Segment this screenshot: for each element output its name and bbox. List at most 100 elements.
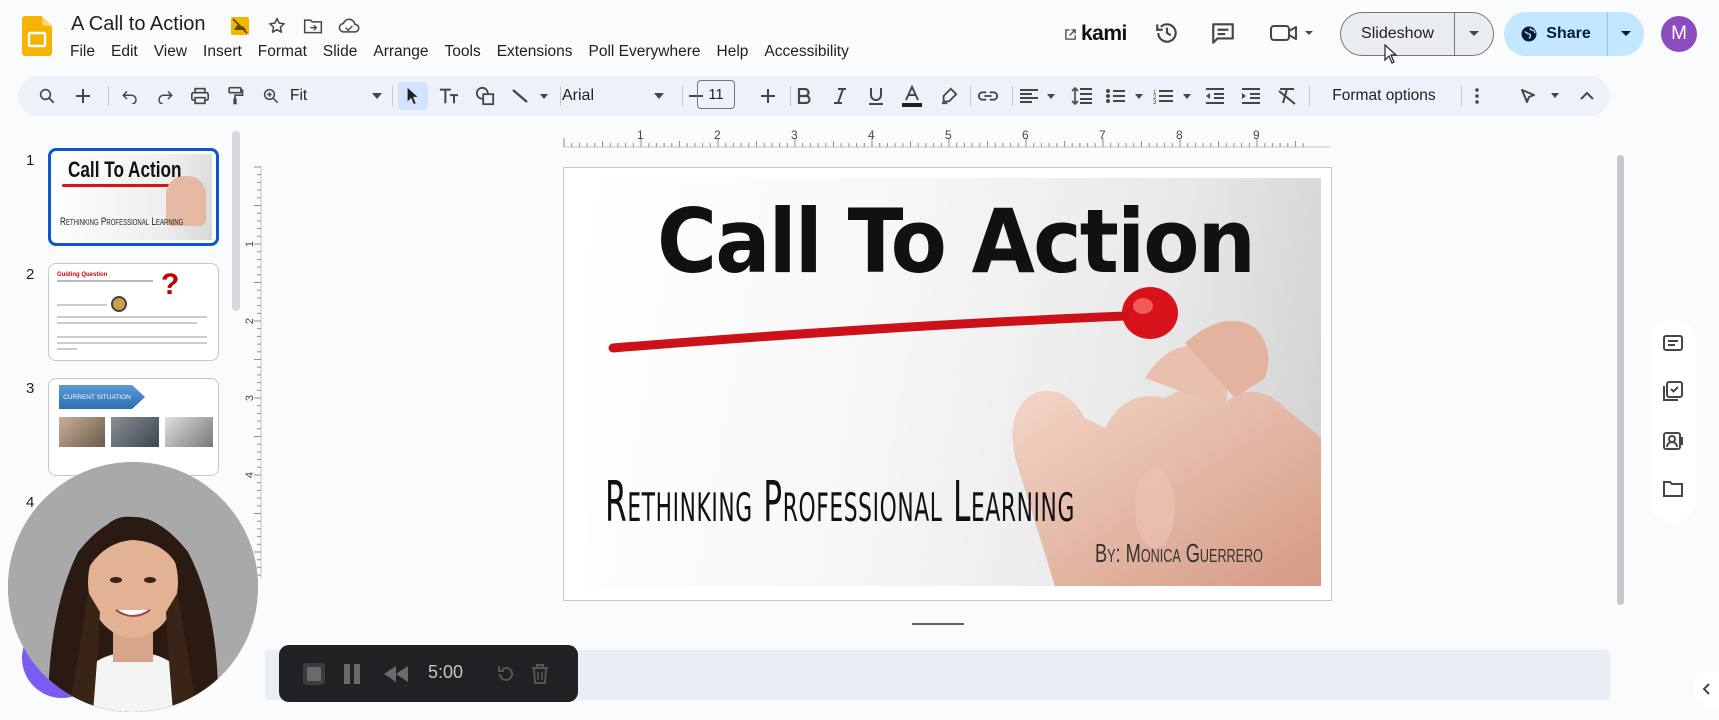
external-link-icon: [1065, 28, 1076, 40]
slide-author[interactable]: By: Monica Guerrero: [1095, 538, 1263, 569]
slide-canvas[interactable]: Call To Action Rethinking Professional L…: [563, 167, 1332, 601]
header: A Call to Action File Edit View Insert F…: [0, 0, 1719, 70]
current-situation-banner: CURRENT SITUATION: [59, 385, 145, 409]
indent-increase-icon[interactable]: [1238, 82, 1264, 110]
kami-extension-button[interactable]: kami: [1064, 20, 1127, 48]
font-size-input[interactable]: 11: [697, 80, 735, 109]
thumbnail-text-line: [57, 342, 207, 344]
cloud-status-icon[interactable]: [338, 15, 360, 37]
bullet-list-icon[interactable]: [1104, 82, 1148, 110]
shape-icon[interactable]: [472, 82, 498, 110]
slides-logo-icon[interactable]: [22, 16, 52, 56]
speaker-notes-resize-handle[interactable]: [912, 623, 964, 625]
share-button[interactable]: Share: [1504, 12, 1608, 56]
presenter-portrait: [8, 462, 258, 712]
menu-file[interactable]: File: [62, 41, 103, 63]
thumbnail-image: Call To Action Rethinking Professional L…: [56, 154, 212, 240]
svg-text:3: 3: [1153, 100, 1157, 104]
move-folder-icon[interactable]: [302, 15, 324, 37]
menu-format[interactable]: Format: [250, 41, 315, 63]
text-color-icon[interactable]: [898, 82, 926, 110]
zoom-select[interactable]: Fit: [290, 82, 386, 110]
hide-side-panel-button[interactable]: [1693, 670, 1719, 708]
tasks-icon[interactable]: [1662, 380, 1684, 402]
menu-bar: File Edit View Insert Format Slide Arran…: [62, 41, 857, 63]
menu-help[interactable]: Help: [709, 41, 757, 63]
version-history-icon[interactable]: [1152, 18, 1182, 48]
contacts-icon[interactable]: [1662, 430, 1684, 452]
text-box-icon[interactable]: [436, 82, 462, 110]
align-icon[interactable]: [1018, 82, 1060, 110]
zoom-value: Fit: [290, 87, 308, 104]
print-icon[interactable]: [187, 82, 213, 110]
question-mark-icon: ?: [161, 268, 180, 301]
ruler-label: 4: [244, 471, 257, 479]
underline-icon[interactable]: [863, 82, 889, 110]
font-family-select[interactable]: Arial: [562, 82, 672, 110]
toolbar-divider: [560, 86, 561, 106]
new-slide-plus-icon[interactable]: [70, 82, 96, 110]
menu-accessibility[interactable]: Accessibility: [756, 41, 856, 63]
highlight-icon[interactable]: [936, 82, 962, 110]
toolbar-divider: [108, 86, 109, 106]
slide-thumbnail-2[interactable]: Guiding Question ?: [48, 263, 219, 361]
pen-tool-icon[interactable]: [1518, 82, 1570, 110]
chevron-down-icon: [372, 93, 382, 99]
folder-icon[interactable]: [1662, 478, 1684, 500]
more-vert-icon[interactable]: [1464, 82, 1490, 110]
comments-icon[interactable]: [1208, 18, 1238, 48]
menu-slide[interactable]: Slide: [315, 41, 365, 63]
meet-call-icon[interactable]: [1268, 18, 1318, 48]
thumbnail-subtitle: Rethinking Professional Learning: [60, 216, 184, 228]
thumbnail-text-line: [57, 304, 107, 306]
toolbar: Fit Arial 123 Format options: [18, 76, 1610, 116]
undo-icon[interactable]: [117, 82, 143, 110]
zoom-icon[interactable]: [258, 82, 284, 110]
ruler-label: 3: [244, 394, 257, 402]
thumbnail-photo: [59, 417, 105, 447]
menu-tools[interactable]: Tools: [437, 41, 489, 63]
increase-font-size-icon[interactable]: [755, 82, 781, 110]
menu-poll-everywhere[interactable]: Poll Everywhere: [581, 41, 709, 63]
collapse-toolbar-icon[interactable]: [1574, 82, 1600, 110]
menu-insert[interactable]: Insert: [195, 41, 250, 63]
menu-extensions[interactable]: Extensions: [489, 41, 581, 63]
slide-title[interactable]: Call To Action: [657, 190, 1256, 293]
stop-icon[interactable]: [301, 661, 327, 687]
canvas-scrollbar[interactable]: [1617, 155, 1624, 605]
slide-subtitle[interactable]: Rethinking Professional Learning: [605, 470, 1075, 535]
webcam-bubble[interactable]: [8, 462, 258, 712]
menu-arrange[interactable]: Arrange: [365, 41, 436, 63]
select-icon[interactable]: [398, 82, 428, 110]
line-icon[interactable]: [508, 82, 554, 110]
bold-icon[interactable]: [791, 82, 817, 110]
star-icon[interactable]: [266, 15, 288, 37]
keep-notes-icon[interactable]: [1662, 332, 1684, 354]
slideshow-button[interactable]: Slideshow: [1341, 13, 1455, 55]
restart-icon[interactable]: [493, 661, 519, 687]
slide-thumbnail-1[interactable]: Call To Action Rethinking Professional L…: [48, 148, 219, 246]
document-title[interactable]: A Call to Action: [71, 13, 206, 36]
menu-view[interactable]: View: [146, 41, 195, 63]
filmstrip-scrollbar[interactable]: [232, 131, 240, 311]
rewind-icon[interactable]: [383, 661, 409, 687]
pause-icon[interactable]: [339, 661, 365, 687]
clear-format-icon[interactable]: [1274, 82, 1300, 110]
indent-decrease-icon[interactable]: [1202, 82, 1228, 110]
account-avatar[interactable]: M: [1661, 16, 1697, 52]
paint-format-icon[interactable]: [222, 82, 248, 110]
search-icon[interactable]: [34, 82, 60, 110]
numbered-list-icon[interactable]: 123: [1152, 82, 1196, 110]
share-dropdown-button[interactable]: [1608, 12, 1644, 56]
format-options-button[interactable]: Format options: [1314, 82, 1454, 110]
line-spacing-icon[interactable]: [1068, 82, 1096, 110]
slide-background-image: Call To Action Rethinking Professional L…: [585, 178, 1321, 586]
delete-icon[interactable]: [527, 661, 553, 687]
link-icon[interactable]: [974, 82, 1002, 110]
menu-edit[interactable]: Edit: [103, 41, 146, 63]
slides-badge-icon[interactable]: [229, 15, 251, 37]
slideshow-dropdown-button[interactable]: [1455, 13, 1493, 55]
italic-icon[interactable]: [827, 82, 853, 110]
mouse-cursor-icon: [1384, 44, 1398, 64]
redo-icon[interactable]: [152, 82, 178, 110]
